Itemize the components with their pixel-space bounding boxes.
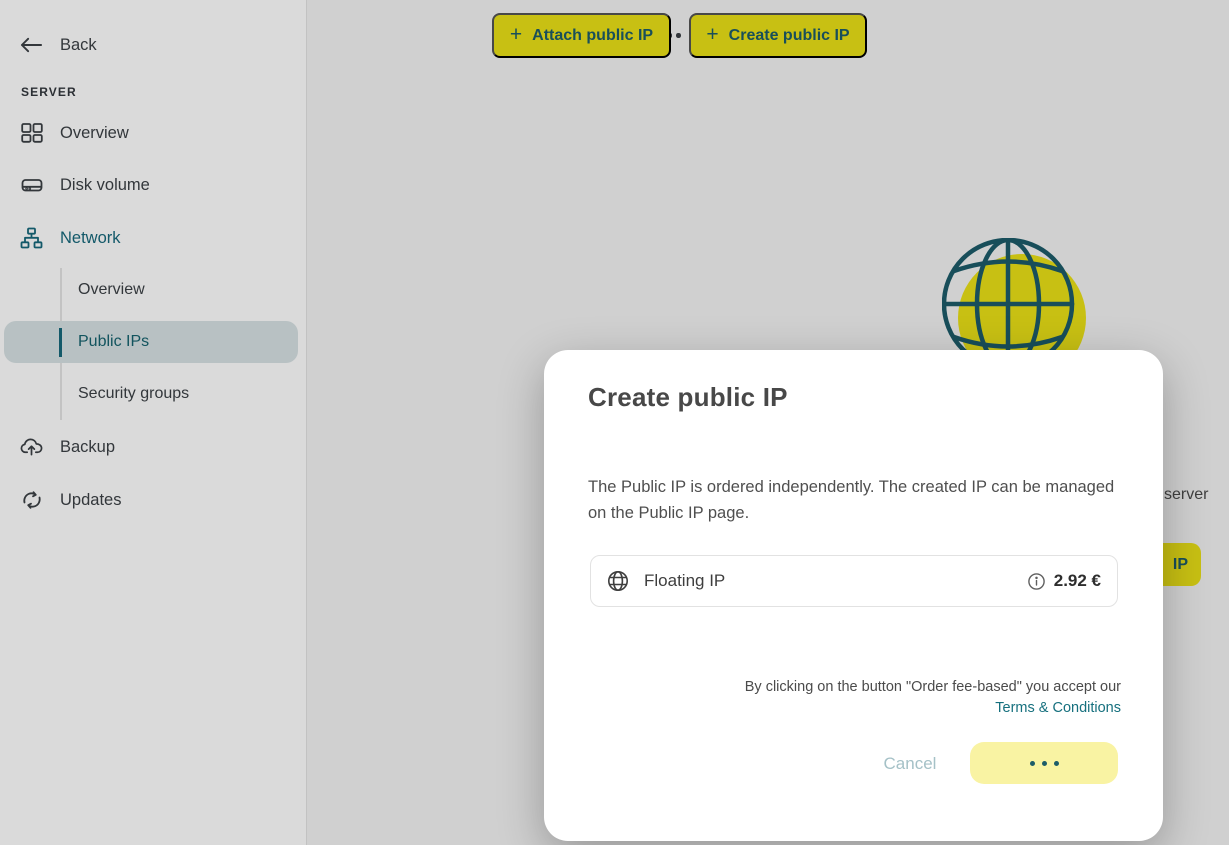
app-window: Back SERVER Overview xyxy=(0,0,1229,845)
terms-text: By clicking on the button "Order fee-bas… xyxy=(701,677,1121,719)
order-fee-based-button[interactable] xyxy=(970,742,1118,784)
option-price: 2.92 € xyxy=(1054,571,1101,591)
option-label: Floating IP xyxy=(644,571,1013,591)
terms-sentence: By clicking on the button "Order fee-bas… xyxy=(745,679,1121,695)
loading-dot xyxy=(1042,761,1047,766)
dialog-title: Create public IP xyxy=(588,382,788,413)
loading-dot xyxy=(1030,761,1035,766)
globe-icon xyxy=(607,570,629,592)
loading-dot xyxy=(1054,761,1059,766)
info-icon[interactable] xyxy=(1028,573,1045,590)
create-public-ip-dialog: Create public IP The Public IP is ordere… xyxy=(544,350,1163,841)
terms-and-conditions-link[interactable]: Terms & Conditions xyxy=(995,700,1121,716)
dialog-description: The Public IP is ordered independently. … xyxy=(588,474,1128,526)
floating-ip-option[interactable]: Floating IP 2.92 € xyxy=(590,555,1118,607)
cancel-button[interactable]: Cancel xyxy=(850,749,970,779)
